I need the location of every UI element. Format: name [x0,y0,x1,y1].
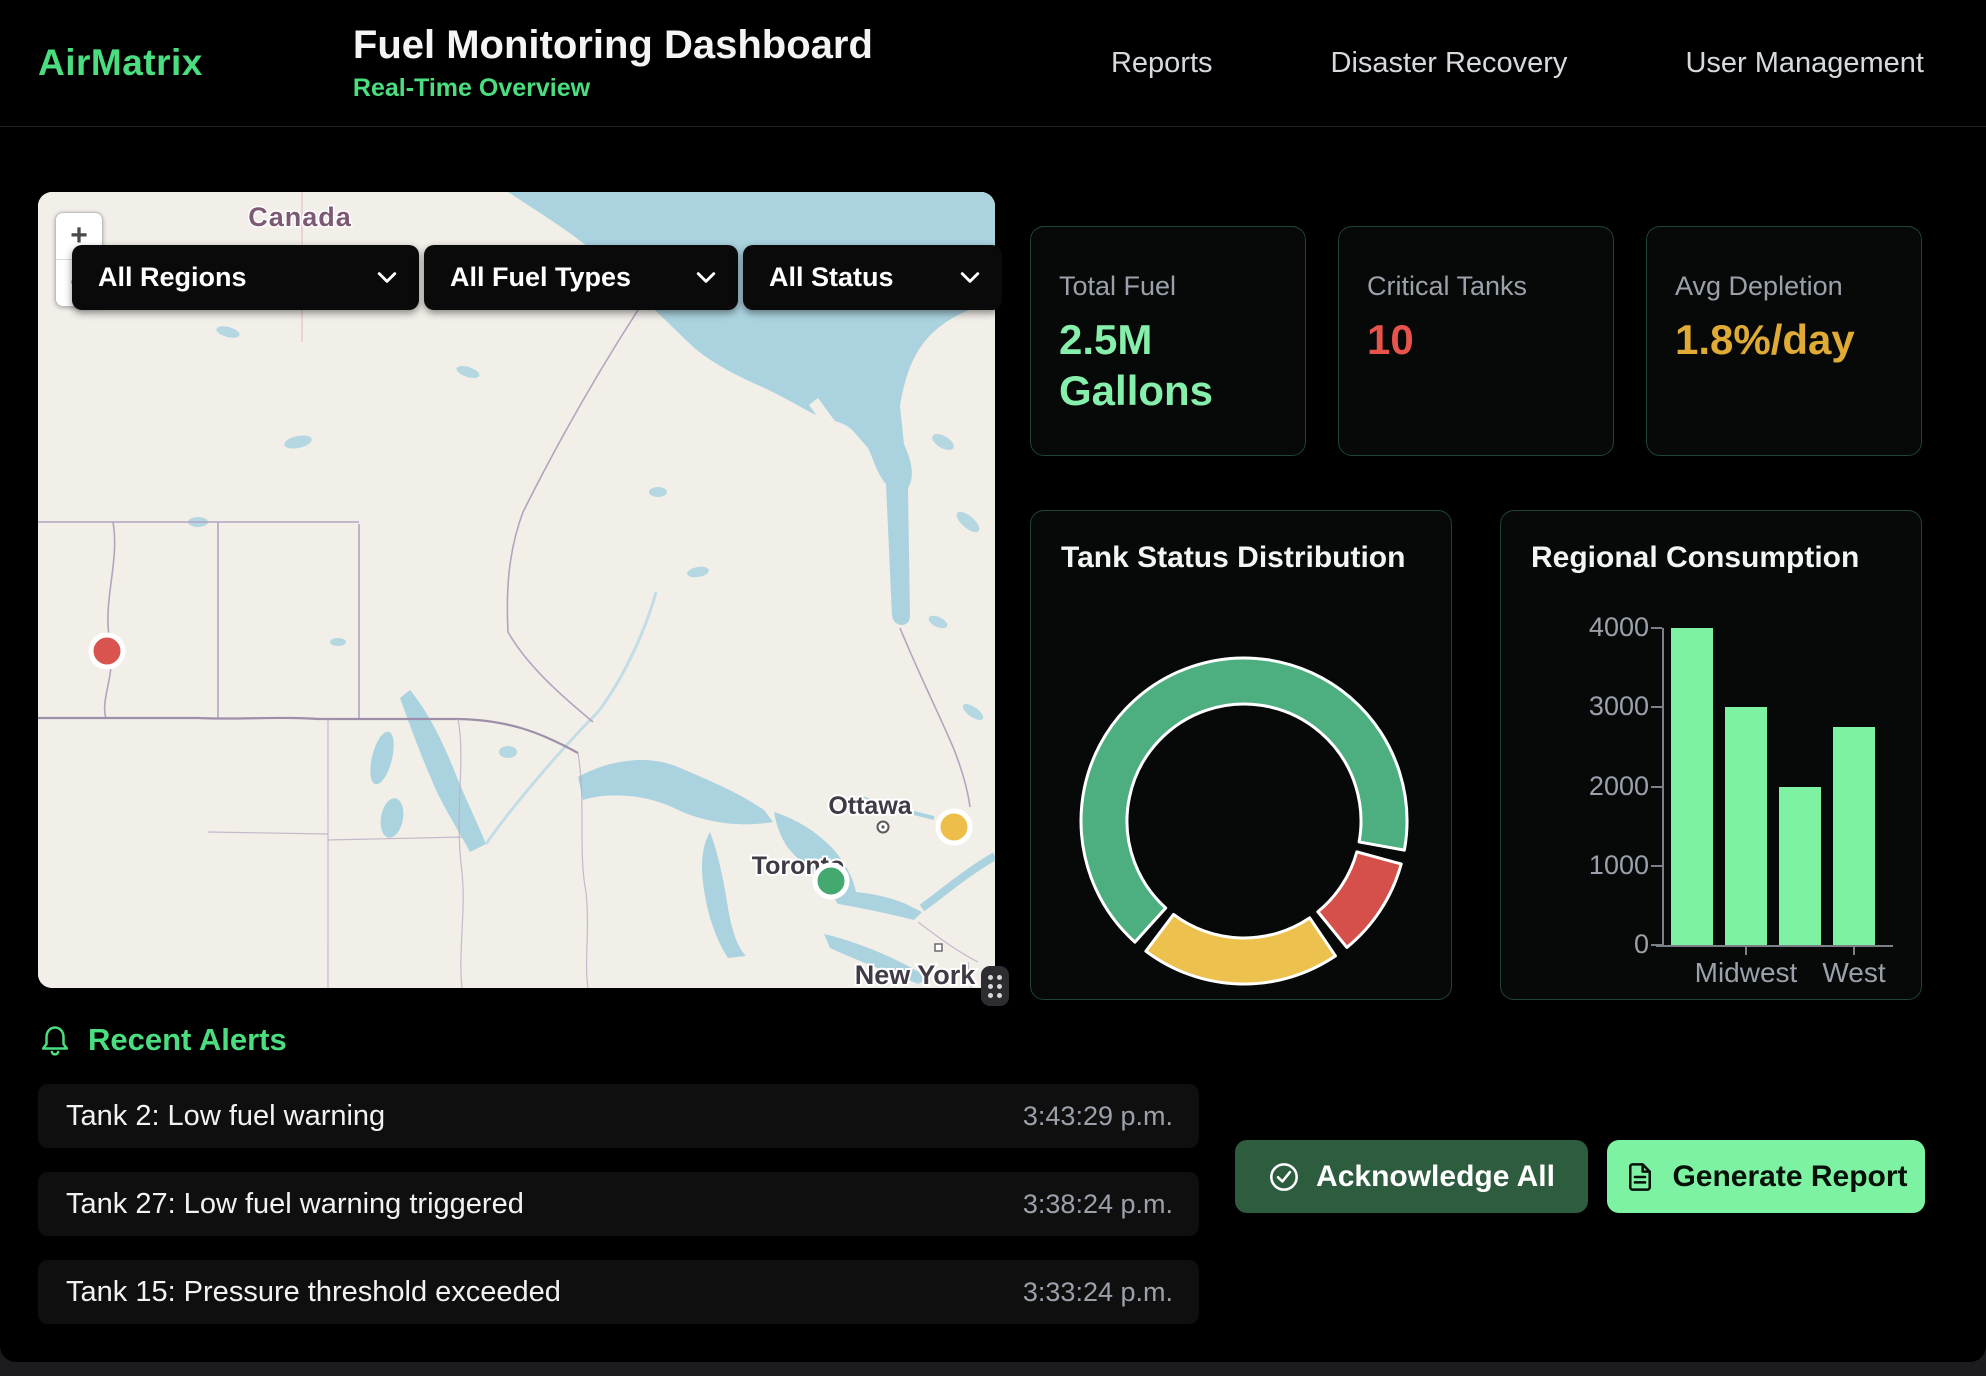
x-tick-label: West [1764,957,1944,989]
alert-timestamp: 3:38:24 p.m. [1023,1189,1173,1220]
filter-dropdown-all-fuel-types[interactable]: All Fuel Types [424,245,738,310]
map-svg: Canada Ottawa Toronto New York [38,192,995,988]
y-tick-label: 1000 [1541,850,1649,881]
chevron-down-icon [696,271,716,284]
stat-label: Total Fuel [1059,271,1281,302]
canada-label: Canada [248,202,352,232]
chevron-down-icon [377,271,397,284]
alert-timestamp: 3:43:29 p.m. [1023,1101,1173,1132]
filter-dropdown-all-regions[interactable]: All Regions [72,245,419,310]
x-axis-line [1656,945,1893,947]
y-axis-line [1662,628,1664,945]
recent-alerts-header: Recent Alerts [38,1022,287,1058]
stat-card-total-fuel: Total Fuel 2.5M Gallons [1030,226,1306,456]
y-tick-mark [1651,627,1662,629]
alert-message: Tank 2: Low fuel warning [66,1100,385,1133]
x-tick-mark [1853,945,1855,955]
dashboard-page: AirMatrix Fuel Monitoring Dashboard Real… [0,0,1986,1362]
stat-value: 1.8%/day [1675,314,1885,365]
y-tick-mark [1651,865,1662,867]
app-logo: AirMatrix [38,42,203,84]
bar-region-3 [1833,727,1875,945]
y-tick-label: 4000 [1541,612,1649,643]
donut-segment-critical [1318,852,1401,948]
page-subtitle: Real-Time Overview [353,74,873,103]
app-header: AirMatrix Fuel Monitoring Dashboard Real… [0,0,1986,127]
check-circle-icon [1268,1161,1300,1193]
ottawa-town-dot [881,825,884,828]
regional-consumption-card: Regional Consumption 40003000200010000Mi… [1500,510,1922,1000]
bar-region-0 [1671,628,1713,945]
filter-dropdown-all-status[interactable]: All Status [743,245,1002,310]
stat-card-avg-depletion: Avg Depletion 1.8%/day [1646,226,1922,456]
y-tick-mark [1651,786,1662,788]
bar-region-2 [1779,787,1821,946]
nav-item-user-management[interactable]: User Management [1685,47,1924,80]
recent-alerts-title: Recent Alerts [88,1022,287,1058]
x-tick-mark [1745,945,1747,955]
alert-timestamp: 3:33:24 p.m. [1023,1277,1173,1308]
generate-report-button[interactable]: Generate Report [1607,1140,1925,1213]
generate-report-label: Generate Report [1672,1160,1907,1194]
bell-icon [38,1023,72,1057]
top-nav: Reports Disaster Recovery User Management [1111,47,1924,80]
alert-message: Tank 27: Low fuel warning triggered [66,1188,524,1221]
regional-consumption-bar-chart: 40003000200010000MidwestWest [1501,511,1921,999]
nav-item-reports[interactable]: Reports [1111,47,1213,80]
y-tick-label: 3000 [1541,691,1649,722]
bar-region-1 [1725,707,1767,945]
tank-status-card: Tank Status Distribution [1030,510,1452,1000]
alert-row[interactable]: Tank 15: Pressure threshold exceeded 3:33… [38,1260,1199,1324]
tank-marker-normal[interactable] [815,865,847,897]
map-panel: Canada Ottawa Toronto New York + − All R… [38,192,995,988]
tank-marker-critical[interactable] [91,635,123,667]
page-title-block: Fuel Monitoring Dashboard Real-Time Over… [353,24,873,103]
y-tick-label: 2000 [1541,771,1649,802]
y-tick-mark [1651,706,1662,708]
nav-item-disaster-recovery[interactable]: Disaster Recovery [1331,47,1568,80]
stat-card-critical-tanks: Critical Tanks 10 [1338,226,1614,456]
report-document-icon [1624,1161,1656,1193]
ottawa-label: Ottawa [828,792,912,820]
newyork-label: New York [855,960,977,988]
alert-row[interactable]: Tank 27: Low fuel warning triggered 3:38:… [38,1172,1199,1236]
alert-row[interactable]: Tank 2: Low fuel warning 3:43:29 p.m. [38,1084,1199,1148]
acknowledge-all-label: Acknowledge All [1316,1160,1555,1194]
stat-label: Avg Depletion [1675,271,1897,302]
page-title: Fuel Monitoring Dashboard [353,24,873,66]
tank-status-donut-chart [1031,511,1453,1001]
acknowledge-all-button[interactable]: Acknowledge All [1235,1140,1588,1213]
donut-segment-warning [1146,914,1336,984]
stat-value: 10 [1367,314,1577,365]
stat-value: 2.5M Gallons [1059,314,1269,416]
map-filter-bar: All RegionsAll Fuel TypesAll Status [72,245,1002,310]
alert-message: Tank 15: Pressure threshold exceeded [66,1276,561,1309]
tank-marker-warning[interactable] [938,811,970,843]
y-tick-label: 0 [1541,929,1649,960]
newyork-town-symbol [935,944,942,951]
chevron-down-icon [960,271,980,284]
stat-label: Critical Tanks [1367,271,1589,302]
resize-grip[interactable] [981,966,1009,1006]
map-canvas[interactable]: Canada Ottawa Toronto New York [38,192,995,988]
y-tick-mark [1651,944,1662,946]
